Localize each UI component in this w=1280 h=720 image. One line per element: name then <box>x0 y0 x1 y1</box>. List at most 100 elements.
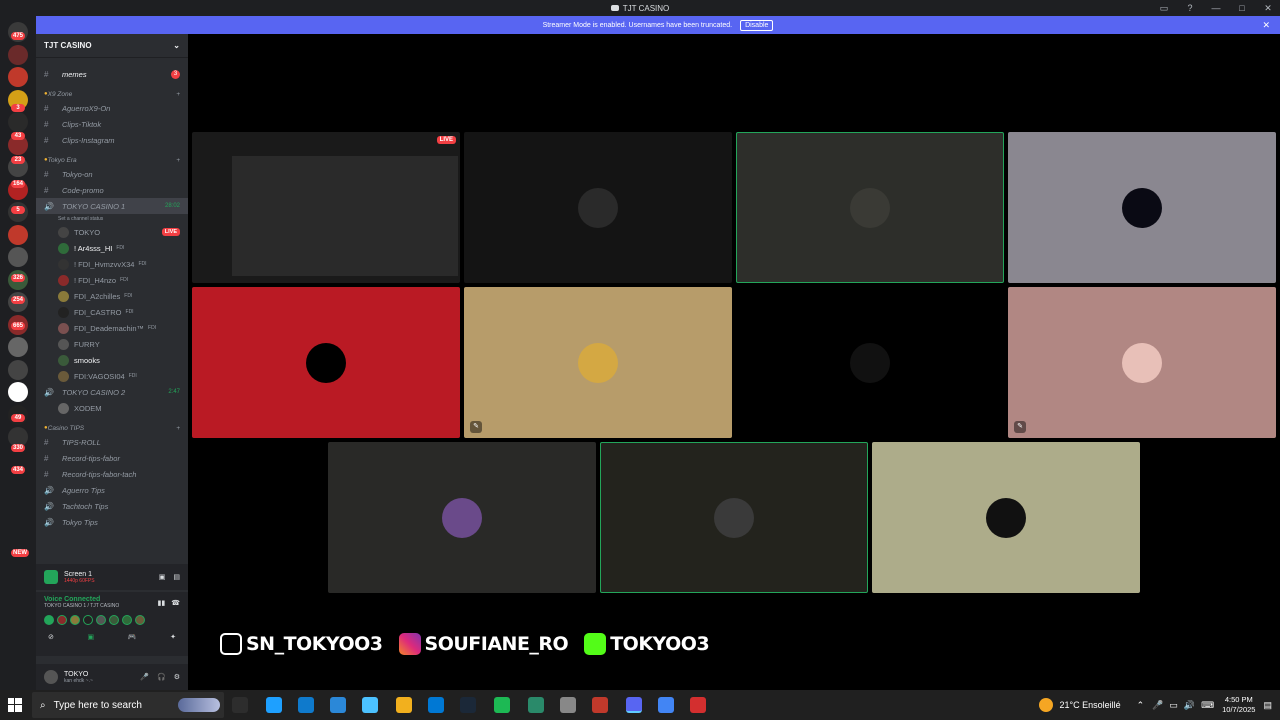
video-tile[interactable] <box>736 132 1004 283</box>
app-icon[interactable] <box>690 697 706 713</box>
disable-streamer-mode-button[interactable]: Disable <box>740 19 774 31</box>
avatar[interactable] <box>44 670 58 684</box>
voice-user[interactable]: TOKYO LIVE <box>36 224 188 240</box>
video-stage: LIVE ✎ ✎ <box>188 34 1280 690</box>
voice-user[interactable]: ! FDI_HvmzvvX34 FDI <box>36 256 188 272</box>
text-channel[interactable]: # AguerroX9-On <box>36 100 188 116</box>
voice-user[interactable]: FDI_Deademachin™ FDI <box>36 320 188 336</box>
text-channel[interactable]: # Clips-Instagram <box>36 132 188 148</box>
voice-user[interactable]: FDI_CASTRO FDI <box>36 304 188 320</box>
copilot-icon[interactable] <box>266 697 282 713</box>
voice-user[interactable]: XODEM <box>36 400 188 416</box>
server-icon[interactable] <box>8 224 28 245</box>
weather-text[interactable]: 21°C Ensoleillé <box>1059 700 1120 710</box>
camera-off-icon[interactable]: ⊘ <box>48 633 54 641</box>
app-icon[interactable] <box>528 697 544 713</box>
voice-user[interactable]: FDI_A2chilles FDI <box>36 288 188 304</box>
video-tile[interactable] <box>872 442 1140 593</box>
video-tile[interactable] <box>600 442 868 593</box>
spotify-icon[interactable] <box>494 697 510 713</box>
close-banner-icon[interactable]: ✕ <box>1262 20 1270 31</box>
signal-icon[interactable]: ▮▮ <box>158 599 166 607</box>
notepad-icon[interactable] <box>362 697 378 713</box>
video-tile[interactable]: ✎ <box>464 287 732 438</box>
screen-share-button-icon[interactable]: ▣ <box>88 633 95 641</box>
help-icon[interactable]: ? <box>1184 3 1196 13</box>
voice-user[interactable]: ! Ar4sss_HI FDI <box>36 240 188 256</box>
text-channel[interactable]: # Code-promo <box>36 182 188 198</box>
channel-status[interactable]: Set a channel status <box>36 214 188 224</box>
guild-header[interactable]: TJT CASINO ⌄ <box>36 34 188 58</box>
text-channel[interactable]: # Record-tips-fabor-tach <box>36 466 188 482</box>
voice-user-name: FDI_CASTRO <box>74 307 122 317</box>
video-tile[interactable] <box>736 287 1004 438</box>
file-explorer-icon[interactable] <box>396 697 412 713</box>
server-icon[interactable] <box>8 67 28 87</box>
discord-icon[interactable] <box>626 697 642 713</box>
network-icon[interactable]: ▭ <box>1169 700 1178 711</box>
windows-start-icon[interactable] <box>0 690 30 720</box>
volume-icon[interactable]: 🔊 <box>1184 700 1195 711</box>
stream-settings-icon[interactable]: ▤ <box>173 573 180 581</box>
user-panel: TOKYO kan ehdk ~.~ 🎤 🎧 ⚙ <box>36 664 188 690</box>
taskbar-clock[interactable]: 4:50 PM 10/7/2025 <box>1222 695 1255 715</box>
voice-user[interactable]: ! FDI_H4nzo FDI <box>36 272 188 288</box>
maximize-button[interactable]: □ <box>1236 3 1248 13</box>
text-channel[interactable]: # TIPS-ROLL <box>36 434 188 450</box>
video-tile[interactable] <box>328 442 596 593</box>
chrome-icon[interactable] <box>560 697 576 713</box>
voice-user[interactable]: FDI:VAGOSI04 FDI <box>36 368 188 384</box>
popout-icon[interactable]: ▣ <box>159 573 166 581</box>
server-icon[interactable] <box>8 337 28 357</box>
voice-connection-panel: Voice Connected TOKYO CASINO 1 / TJT CAS… <box>36 592 188 656</box>
close-window-button[interactable]: ✕ <box>1262 3 1274 14</box>
voice-connected-channel[interactable]: TOKYO CASINO 1 / TJT CASINO <box>44 603 119 609</box>
disconnect-icon[interactable]: ☎ <box>171 599 180 607</box>
voice-channel[interactable]: 🔊 TOKYO CASINO 2 2:47 <box>36 384 188 400</box>
video-tile[interactable] <box>192 287 460 438</box>
voice-user[interactable]: smooks <box>36 352 188 368</box>
minimize-button[interactable]: — <box>1210 3 1222 13</box>
video-tile[interactable]: LIVE <box>192 132 460 283</box>
tray-chevron-up-icon[interactable]: ⌃ <box>1137 700 1145 711</box>
video-tile[interactable] <box>464 132 732 283</box>
task-view-icon[interactable] <box>232 697 248 713</box>
microphone-icon[interactable]: 🎤 <box>140 673 149 681</box>
video-tile[interactable] <box>1008 132 1276 283</box>
notifications-icon[interactable]: ▤ <box>1263 700 1272 711</box>
activities-icon[interactable]: 🎮 <box>128 633 137 641</box>
text-channel[interactable]: # Tokyo-on <box>36 166 188 182</box>
edge-icon[interactable] <box>298 697 314 713</box>
voice-user-name: FDI:VAGOSI04 <box>74 371 125 381</box>
server-icon[interactable] <box>8 359 28 380</box>
app-icon[interactable] <box>592 697 608 713</box>
text-channel[interactable]: # Record-tips-fabor <box>36 450 188 466</box>
server-icon[interactable] <box>8 44 28 65</box>
server-icon[interactable] <box>8 382 28 402</box>
inbox-icon[interactable]: ▭ <box>1158 3 1170 14</box>
voice-channel[interactable]: 🔊 Tachtoch Tips <box>36 498 188 514</box>
language-icon[interactable]: ⌨ <box>1201 700 1214 711</box>
server-icon[interactable] <box>8 247 28 267</box>
steam-icon[interactable] <box>460 697 476 713</box>
voice-channel[interactable]: 🔊 TOKYO CASINO 1 28:02 <box>36 198 188 214</box>
voice-user[interactable]: FURRY <box>36 336 188 352</box>
text-channel[interactable]: # memes 3 <box>36 66 188 82</box>
weather-sun-icon[interactable] <box>1039 698 1054 712</box>
gear-icon[interactable]: ⚙ <box>174 673 180 681</box>
server-badge: NEW <box>11 549 29 557</box>
discord-logo-icon <box>610 5 619 11</box>
text-channel[interactable]: # Clips-Tiktok <box>36 116 188 132</box>
outlook-icon[interactable] <box>428 697 444 713</box>
chrome-icon[interactable] <box>658 697 674 713</box>
soundboard-icon[interactable]: ✦ <box>170 633 176 641</box>
window-title: TJT CASINO <box>622 3 670 13</box>
voice-channel[interactable]: 🔊 Aguerro Tips <box>36 482 188 498</box>
mic-tray-icon[interactable]: 🎤 <box>1152 700 1163 711</box>
headphones-icon[interactable]: 🎧 <box>157 673 166 681</box>
store-icon[interactable] <box>330 697 346 713</box>
add-channel-icon: + <box>176 90 180 98</box>
voice-channel[interactable]: 🔊 Tokyo Tips <box>36 514 188 530</box>
server-icon[interactable] <box>8 112 28 132</box>
video-tile[interactable]: ✎ <box>1008 287 1276 438</box>
